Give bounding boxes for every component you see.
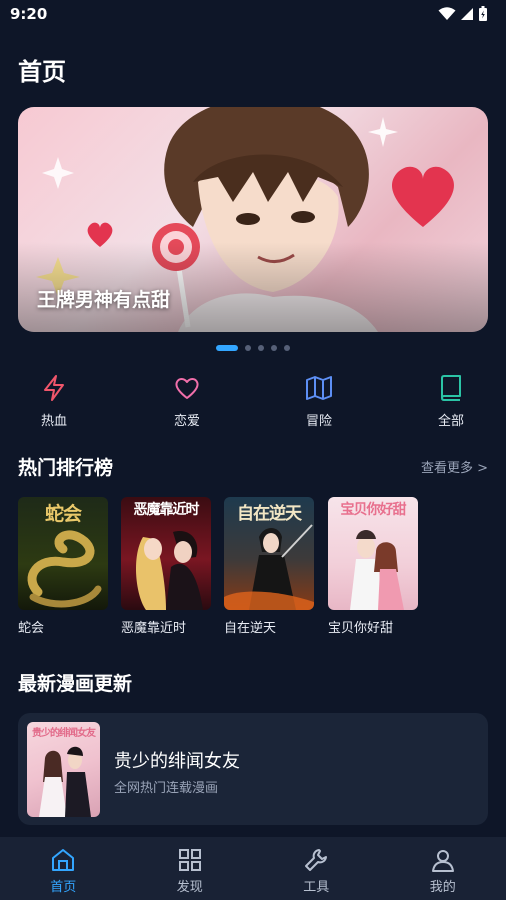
nav-tools[interactable]: 工具	[253, 837, 380, 900]
battery-icon	[479, 6, 487, 21]
rank-item[interactable]: 宝贝你好甜 宝贝你好甜	[328, 497, 418, 636]
update-subtitle: 全网热门连载漫画	[114, 781, 219, 796]
carousel-indicator	[0, 345, 506, 351]
status-time: 9:20	[10, 5, 48, 23]
update-title: 贵少的绯闻女友	[114, 751, 240, 772]
nav-label: 工具	[303, 880, 330, 895]
lightning-icon	[44, 375, 64, 401]
rank-name: 宝贝你好甜	[328, 621, 394, 636]
rank-item[interactable]: 恶魔靠近时 恶魔靠近时	[121, 497, 211, 636]
page-title: 首页	[18, 58, 66, 86]
wrench-icon	[305, 849, 328, 871]
carousel-dot[interactable]	[216, 345, 238, 351]
ranking-title: 热门排行榜	[18, 457, 114, 479]
nav-home[interactable]: 首页	[0, 837, 127, 900]
rank-item[interactable]: 蛇会 蛇会	[18, 497, 108, 636]
nav-label: 发现	[176, 880, 203, 895]
rank-item[interactable]: 自在逆天 自在逆天	[224, 497, 314, 636]
category-label: 冒险	[305, 414, 332, 429]
category-lianai[interactable]: 恋爱	[152, 374, 222, 429]
category-label: 热血	[40, 414, 67, 429]
carousel-dot[interactable]	[258, 345, 264, 351]
grid-icon	[178, 849, 201, 871]
category-label: 恋爱	[173, 414, 200, 429]
cover-title: 贵少的绯闻女友	[32, 728, 96, 739]
wifi-icon	[438, 7, 456, 20]
banner-carousel[interactable]: 王牌男神有点甜	[18, 107, 488, 332]
carousel-dot[interactable]	[284, 345, 290, 351]
nav-label: 首页	[50, 880, 77, 895]
user-icon	[431, 850, 454, 872]
rank-cover: 恶魔靠近时	[121, 497, 211, 610]
rank-cover: 宝贝你好甜	[328, 497, 418, 610]
rank-cover: 蛇会	[18, 497, 108, 610]
cover-title: 自在逆天	[237, 504, 302, 524]
rank-name: 蛇会	[18, 621, 45, 636]
status-bar: 9:20	[0, 0, 506, 28]
latest-title: 最新漫画更新	[18, 673, 133, 695]
heart-icon	[175, 378, 199, 399]
status-icons	[438, 6, 488, 22]
banner-title: 王牌男神有点甜	[37, 289, 171, 311]
home-icon	[52, 849, 75, 871]
view-more-link[interactable]: 查看更多 >	[421, 457, 488, 476]
rank-name: 恶魔靠近时	[121, 621, 187, 636]
carousel-dot[interactable]	[271, 345, 277, 351]
book-icon	[441, 375, 461, 401]
cover-title: 宝贝你好甜	[340, 502, 407, 518]
latest-update-card[interactable]: 贵少的绯闻女友 贵少的绯闻女友 全网热门连载漫画	[18, 713, 488, 825]
category-label: 全部	[437, 414, 464, 429]
rank-cover: 自在逆天	[224, 497, 314, 610]
rank-name: 自在逆天	[224, 621, 277, 636]
carousel-dot[interactable]	[245, 345, 251, 351]
category-bar: 热血 恋爱 冒险 全部	[0, 374, 506, 432]
category-rexue[interactable]: 热血	[19, 374, 89, 429]
category-maoxian[interactable]: 冒险	[284, 374, 354, 429]
update-cover: 贵少的绯闻女友	[27, 722, 100, 817]
nav-profile[interactable]: 我的	[380, 837, 506, 900]
bottom-nav: 首页 发现 工具 我的	[0, 837, 506, 900]
nav-label: 我的	[429, 880, 456, 895]
cover-title: 蛇会	[44, 503, 82, 525]
cover-title: 恶魔靠近时	[133, 502, 200, 518]
map-icon	[306, 376, 332, 400]
category-quanbu[interactable]: 全部	[416, 374, 486, 429]
nav-discover[interactable]: 发现	[127, 837, 254, 900]
signal-icon	[461, 8, 473, 20]
